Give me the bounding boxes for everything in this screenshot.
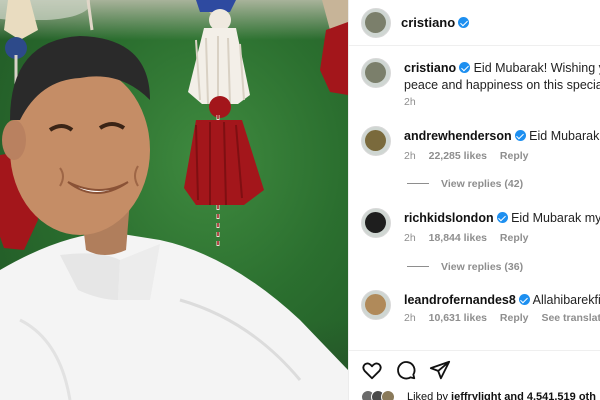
reply-button[interactable]: Reply [500,150,529,162]
verified-badge-icon [518,294,530,305]
verified-badge-icon [459,62,471,73]
liked-suffix[interactable]: and 4,541,519 oth [504,391,596,400]
view-replies-button[interactable]: View replies (36) [407,261,523,273]
author-username[interactable]: cristiano [401,15,455,30]
comment-username[interactable]: andrewhenderson [404,129,512,143]
tassel-right [320,0,348,95]
heart-icon[interactable] [361,359,383,381]
commenter-avatar[interactable] [361,290,391,320]
replies-divider [407,266,429,267]
comment-time: 2h [404,150,416,162]
comment-body: Allahibarekfiek [532,293,600,307]
comments-panel: cristiano cristiano Eid Mubarak! Wishing… [348,0,600,400]
comment-text: andrewhenderson Eid Mubarak [404,128,600,145]
caption-time: 2h [404,96,416,108]
comment-text: richkidslondon Eid Mubarak my bro [404,210,600,227]
comment-text: leandrofernandes8 Allahibarekfiek [404,292,600,309]
post-photo [0,0,348,400]
reply-button[interactable]: Reply [500,312,529,324]
comment-time: 2h [404,312,416,324]
caption-meta: 2h [404,96,426,108]
caption-body: Eid Mubarak! Wishing you [473,61,600,75]
caption-text: cristiano Eid Mubarak! Wishing you peace… [404,60,600,94]
view-replies-label[interactable]: View replies (42) [441,178,523,190]
caption-body-line2: peace and happiness on this special da [404,78,600,92]
view-replies-button[interactable]: View replies (42) [407,178,523,190]
post-header: cristiano [349,0,600,46]
comment-meta: 2h 22,285 likes Reply [404,150,539,162]
person-figure [0,36,348,400]
comment-likes[interactable]: 22,285 likes [429,150,487,162]
liked-prefix: Liked by [407,391,448,400]
commenter-avatar[interactable] [361,208,391,238]
caption-avatar[interactable] [361,58,391,88]
verified-badge-icon [496,212,508,223]
comment-username[interactable]: richkidslondon [404,211,494,225]
commenter-avatar[interactable] [361,126,391,156]
liker-avatar [381,390,395,400]
comment-username[interactable]: leandrofernandes8 [404,293,516,307]
comment-time: 2h [404,232,416,244]
tassel-white [184,9,264,250]
caption-username[interactable]: cristiano [404,61,456,75]
comment-likes[interactable]: 18,844 likes [429,232,487,244]
comment-meta: 2h 10,631 likes Reply See translation [404,312,600,324]
author-avatar[interactable] [361,8,391,38]
view-replies-label[interactable]: View replies (36) [441,261,523,273]
replies-divider [407,183,429,184]
comment-meta: 2h 18,844 likes Reply [404,232,539,244]
comment-body: Eid Mubarak [529,129,600,143]
verified-badge-icon [514,130,526,141]
verified-badge-icon [458,17,470,28]
share-icon[interactable] [429,359,451,381]
comment-likes[interactable]: 10,631 likes [429,312,487,324]
author-username-row[interactable]: cristiano [401,15,470,30]
reply-button[interactable]: Reply [500,232,529,244]
comment-icon[interactable] [395,359,417,381]
liked-by-text[interactable]: Liked by jeffrylight and 4,541,519 oth [407,391,596,400]
liked-user[interactable]: jeffrylight [451,391,501,400]
see-translation-button[interactable]: See translation [541,312,600,324]
photo-illustration [0,0,348,400]
comment-body: Eid Mubarak my bro [511,211,600,225]
